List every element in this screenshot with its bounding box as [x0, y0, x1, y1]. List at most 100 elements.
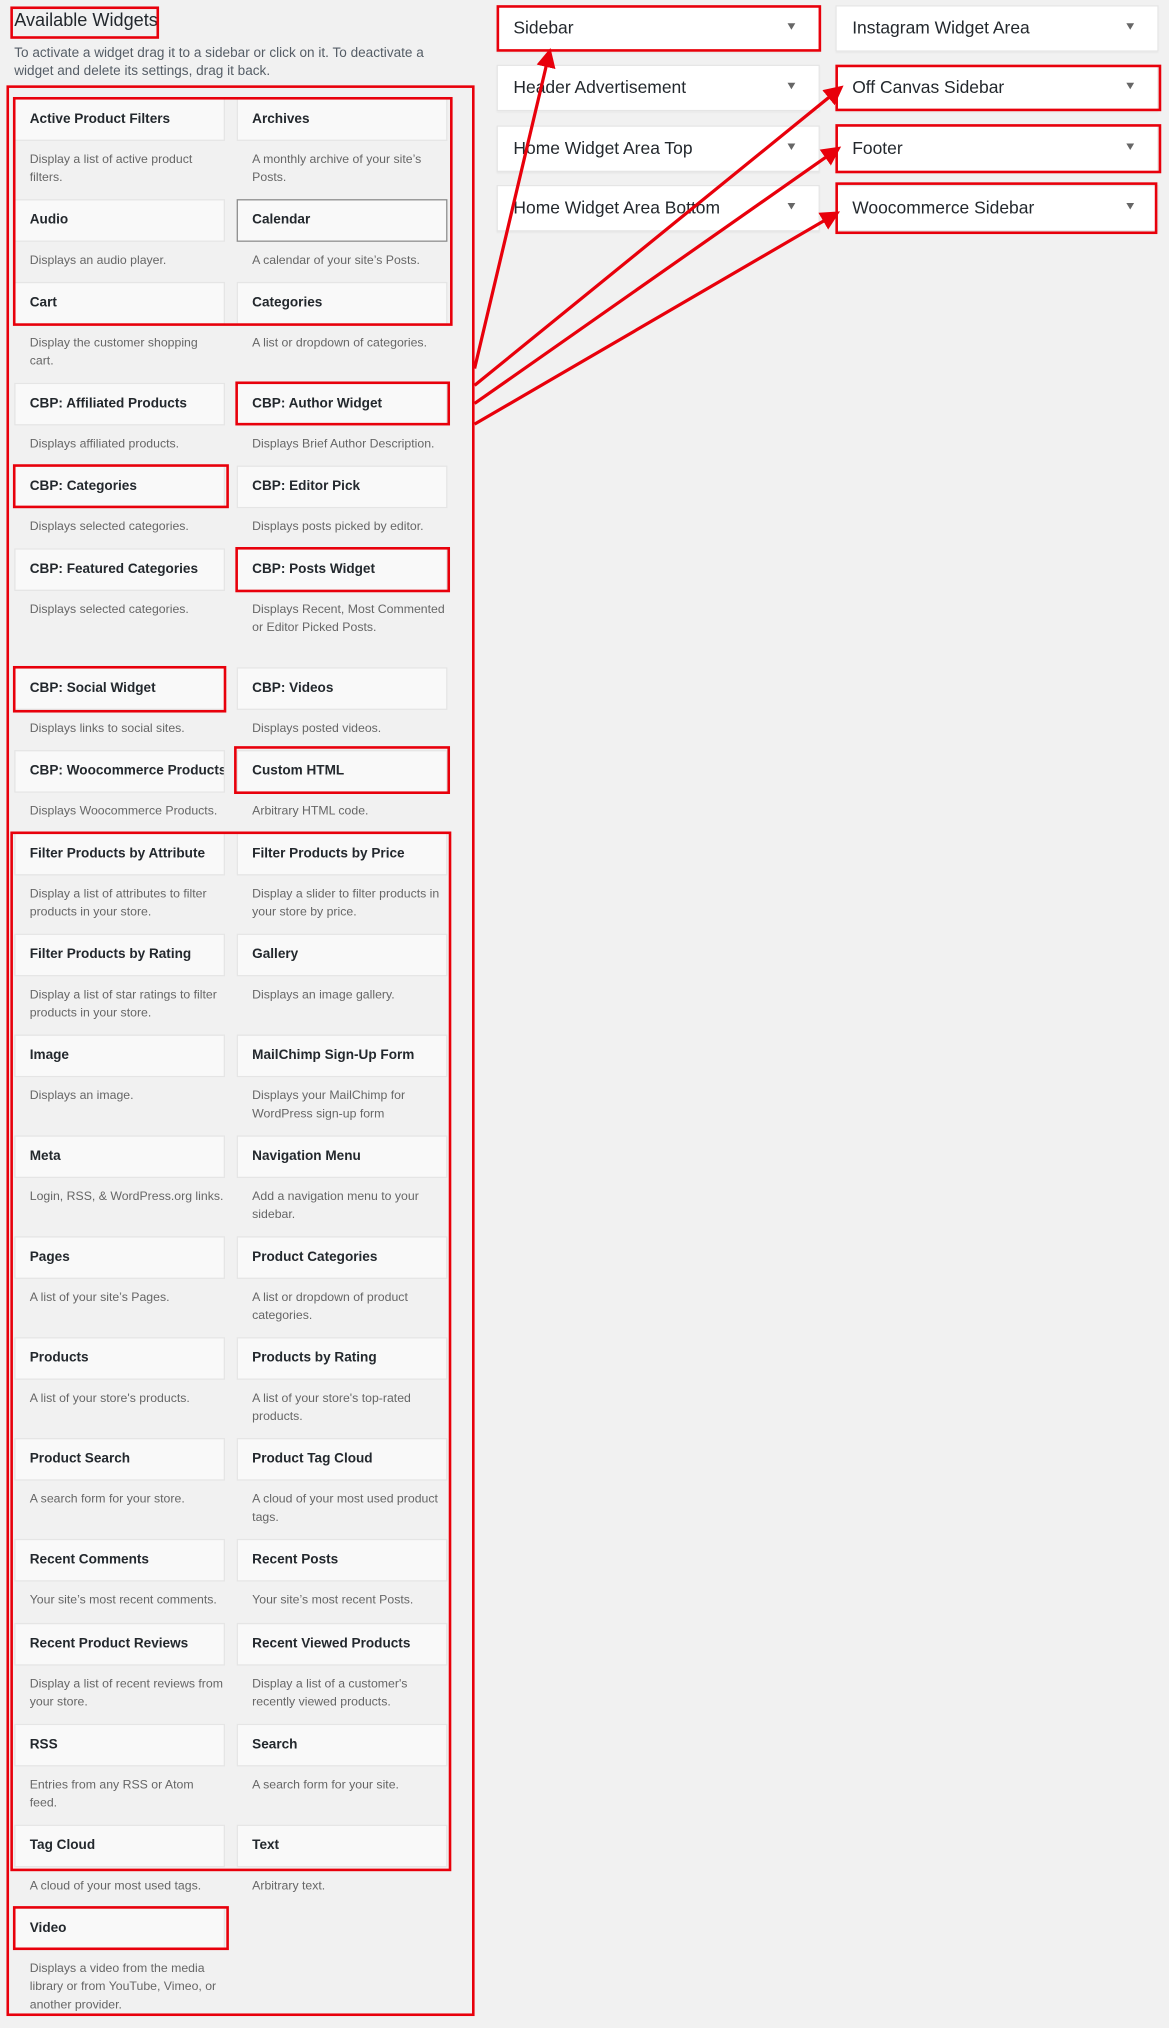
widget-area-sidebar[interactable]: Sidebar [496, 5, 820, 52]
widget-description: A monthly archive of your site’s Posts. [252, 152, 422, 185]
widget-description: A cloud of your most used product tags. [252, 1492, 438, 1525]
widget-description: Display a list of recent reviews from yo… [29, 1677, 223, 1710]
caret-down-icon[interactable] [1126, 23, 1135, 30]
widget-active-product-filters[interactable]: Active Product Filters [14, 98, 226, 141]
widget-description: Display a list of star ratings to filter… [29, 987, 217, 1021]
widget-description: Login, RSS, & WordPress.org links. [29, 1189, 224, 1204]
arrow-to-woocommerce [473, 211, 841, 426]
widget-area-label: Off Canvas Sidebar [852, 77, 1005, 97]
widget-text[interactable]: Text [236, 1824, 448, 1868]
widget-description: Add a navigation menu to your sidebar. [252, 1189, 419, 1223]
widget-description: Display a list of attributes to filter p… [29, 887, 207, 920]
widget-cbp-editor-pick[interactable]: CBP: Editor Pick [236, 465, 448, 509]
widget-area-label: Sidebar [513, 18, 574, 38]
widget-recent-product-reviews[interactable]: Recent Product Reviews [14, 1622, 226, 1666]
widget-description: A cloud of your most used tags. [29, 1878, 202, 1894]
widget-description: A list or dropdown of categories. [252, 336, 427, 351]
widget-description: Displays selected categories. [29, 519, 189, 535]
widget-description: Arbitrary HTML code. [252, 804, 369, 819]
widget-meta[interactable]: Meta [14, 1135, 226, 1179]
widget-description: Display a list of a customer's recently … [252, 1677, 408, 1710]
widget-cbp-videos[interactable]: CBP: Videos [236, 667, 448, 710]
widget-description: A search form for your store. [29, 1492, 185, 1507]
caret-down-icon[interactable] [787, 203, 796, 210]
widget-area-label: Home Widget Area Bottom [513, 197, 721, 218]
widget-gallery[interactable]: Gallery [236, 933, 448, 977]
widget-description: A calendar of your site’s Posts. [252, 253, 420, 268]
widget-description: Displays Recent, Most Commented or Edito… [252, 602, 445, 635]
widget-product-categories[interactable]: Product Categories [236, 1236, 448, 1279]
widget-cbp-woocommerce-products[interactable]: CBP: Woocommerce Products [14, 750, 226, 793]
widget-product-tag-cloud[interactable]: Product Tag Cloud [236, 1437, 448, 1481]
widget-description: Displays links to social sites. [29, 721, 185, 736]
widget-product-search[interactable]: Product Search [14, 1437, 226, 1481]
widget-area-home-widget-area-bottom[interactable]: Home Widget Area Bottom [496, 184, 820, 232]
caret-down-icon[interactable] [1126, 82, 1135, 90]
widget-area-home-widget-area-top[interactable]: Home Widget Area Top [496, 125, 820, 172]
widget-description: Your site’s most recent comments. [29, 1593, 217, 1608]
widget-rss[interactable]: RSS [14, 1723, 226, 1767]
widget-cart[interactable]: Cart [14, 281, 226, 325]
widget-description: Display the customer shopping cart. [29, 336, 198, 369]
widget-navigation-menu[interactable]: Navigation Menu [236, 1135, 448, 1179]
widget-recent-posts[interactable]: Recent Posts [236, 1538, 448, 1582]
widget-area-header-advertisement[interactable]: Header Advertisement [496, 64, 820, 112]
widget-custom-html[interactable]: Custom HTML [236, 750, 448, 793]
available-widgets-description: To activate a widget drag it to a sideba… [14, 45, 424, 79]
widget-products-by-rating[interactable]: Products by Rating [236, 1337, 448, 1380]
widget-cbp-featured-categories[interactable]: CBP: Featured Categories [14, 548, 226, 591]
caret-down-icon[interactable] [787, 143, 796, 151]
widget-area-label: Home Widget Area Top [513, 138, 693, 158]
widget-calendar[interactable]: Calendar [236, 199, 448, 242]
widget-cbp-social-widget[interactable]: CBP: Social Widget [14, 667, 226, 710]
widget-categories[interactable]: Categories [236, 281, 448, 325]
widget-cbp-affiliated-products[interactable]: CBP: Affiliated Products [14, 382, 226, 426]
widget-description: Displays posted videos. [252, 721, 382, 736]
widget-description: Displays an image gallery. [252, 987, 395, 1003]
widget-area-label: Instagram Widget Area [852, 18, 1030, 38]
widget-recent-comments[interactable]: Recent Comments [14, 1538, 226, 1582]
widget-description: Your site’s most recent Posts. [252, 1593, 414, 1608]
widget-cbp-author-widget[interactable]: CBP: Author Widget [236, 382, 448, 426]
widget-audio[interactable]: Audio [14, 199, 226, 242]
widget-description: Displays your MailChimp for WordPress si… [252, 1088, 406, 1122]
widget-area-instagram-widget-area[interactable]: Instagram Widget Area [835, 5, 1159, 52]
widget-video[interactable]: Video [14, 1907, 226, 1951]
widget-area-footer[interactable]: Footer [835, 125, 1159, 172]
widget-description: Entries from any RSS or Atom feed. [29, 1778, 194, 1811]
widget-area-label: Header Advertisement [513, 77, 687, 97]
widget-image[interactable]: Image [14, 1034, 226, 1078]
widget-description: Display a list of active product filters… [29, 152, 193, 185]
widget-products[interactable]: Products [14, 1337, 226, 1380]
caret-down-icon[interactable] [1126, 143, 1135, 151]
caret-down-icon[interactable] [787, 82, 796, 90]
widget-pages[interactable]: Pages [14, 1236, 226, 1279]
widget-area-off-canvas-sidebar[interactable]: Off Canvas Sidebar [835, 64, 1159, 112]
widget-cbp-posts-widget[interactable]: CBP: Posts Widget [236, 548, 448, 591]
widget-description: Displays Brief Author Description. [252, 437, 435, 452]
widget-description: Displays Woocommerce Products. [29, 804, 218, 819]
widget-area-woocommerce-sidebar[interactable]: Woocommerce Sidebar [835, 184, 1159, 232]
widget-area-label: Woocommerce Sidebar [852, 197, 1035, 218]
widget-description: Arbitrary text. [252, 1878, 326, 1894]
widget-filter-products-by-price[interactable]: Filter Products by Price [236, 832, 448, 876]
widget-description: Displays an audio player. [29, 253, 167, 268]
widget-description: Display a slider to filter products in y… [252, 887, 440, 920]
widget-recent-viewed-products[interactable]: Recent Viewed Products [236, 1622, 448, 1666]
widget-description: A list of your site’s Pages. [29, 1290, 170, 1305]
widget-filter-products-by-rating[interactable]: Filter Products by Rating [14, 933, 226, 977]
available-widgets-title: Available Widgets [14, 9, 158, 30]
widget-description: A list of your store's products. [29, 1391, 190, 1406]
widget-description: Displays posts picked by editor. [252, 519, 424, 535]
widget-mailchimp-sign-up-form[interactable]: MailChimp Sign-Up Form [236, 1034, 448, 1078]
caret-down-icon[interactable] [1126, 203, 1135, 210]
widget-description: A search form for your site. [252, 1778, 399, 1793]
widget-area-label: Footer [852, 138, 903, 158]
widget-archives[interactable]: Archives [236, 98, 448, 141]
widget-filter-products-by-attribute[interactable]: Filter Products by Attribute [14, 832, 226, 876]
widget-search[interactable]: Search [236, 1723, 448, 1767]
widget-tag-cloud[interactable]: Tag Cloud [14, 1824, 226, 1868]
widget-cbp-categories[interactable]: CBP: Categories [14, 465, 226, 509]
caret-down-icon[interactable] [787, 23, 796, 30]
widget-description: Displays selected categories. [29, 602, 189, 617]
